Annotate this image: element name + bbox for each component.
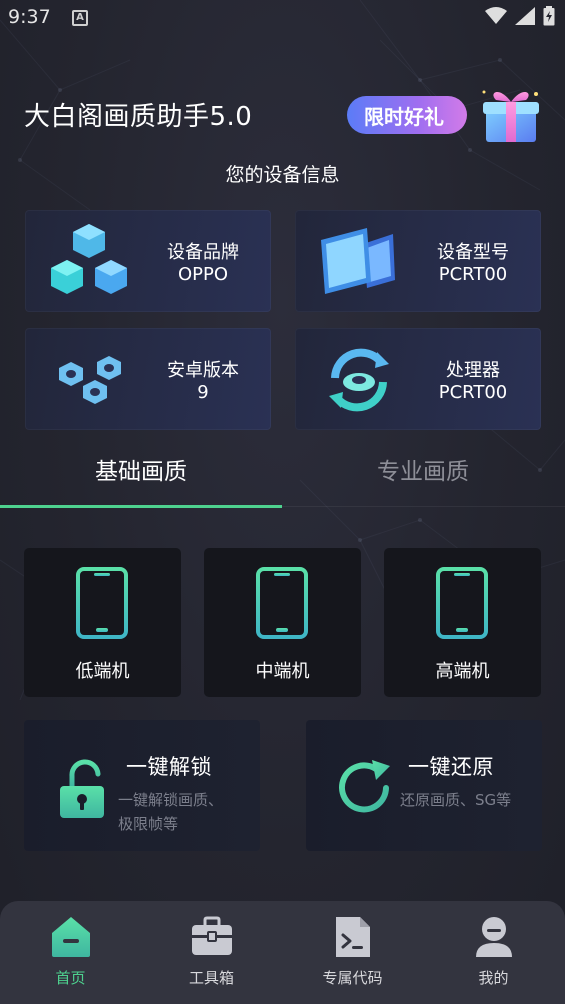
status-bar: 9:37 A: [0, 0, 565, 36]
one-click-restore-button[interactable]: 一键还原 还原画质、SG等: [306, 720, 542, 851]
unlock-description: 一键解锁画质、 极限帧等: [118, 788, 223, 836]
phone-icon: [76, 567, 128, 639]
signal-icon: [515, 7, 535, 25]
phone-icon: [256, 567, 308, 639]
tab-basic-quality[interactable]: 基础画质: [0, 452, 282, 486]
unlock-title: 一键解锁: [126, 755, 212, 779]
tab-pro-quality[interactable]: 专业画质: [282, 452, 564, 486]
restore-description: 还原画质、SG等: [400, 791, 512, 809]
cubes-icon: [51, 224, 127, 294]
limited-gift-label: 限时好礼: [364, 104, 444, 129]
brand-card: 设备品牌 OPPO: [25, 210, 271, 312]
phone-icon: [436, 567, 488, 639]
nav-toolbox[interactable]: 工具箱: [141, 901, 282, 1004]
nav-profile[interactable]: 我的: [423, 901, 564, 1004]
unlock-desc-line-1: 一键解锁画质、: [118, 791, 224, 809]
device-info-title: 您的设备信息: [225, 164, 340, 186]
processor-label: 处理器: [446, 360, 500, 381]
tier-high-end-label: 高端机: [435, 661, 490, 682]
nav-exclusive-code[interactable]: 专属代码: [282, 901, 423, 1004]
tier-low-end-label: 低端机: [75, 661, 130, 682]
hex-nuts-icon: [59, 356, 121, 404]
bottom-navigation: 首页 工具箱 专属代码 我的: [0, 901, 565, 1004]
processor-value: PCRT00: [438, 382, 508, 403]
status-icons: [485, 6, 555, 26]
background-network-pattern: [0, 0, 565, 701]
tier-mid-range-label: 中端机: [255, 661, 310, 682]
tier-low-end-button[interactable]: 低端机: [24, 548, 181, 697]
restore-title: 一键还原: [408, 755, 494, 779]
wifi-icon: [485, 7, 507, 24]
brand-label: 设备品牌: [167, 242, 239, 263]
tier-mid-range-button[interactable]: 中端机: [204, 548, 361, 697]
unlock-icon: [60, 759, 104, 818]
tab-divider: [282, 506, 565, 507]
model-value: PCRT00: [438, 264, 508, 285]
brand-value: OPPO: [177, 264, 229, 285]
tab-indicator: [0, 505, 282, 508]
nav-exclusive-code-label: 专属代码: [322, 969, 383, 987]
gift-box-icon[interactable]: [478, 84, 544, 144]
nav-toolbox-label: 工具箱: [188, 969, 234, 987]
battery-icon: [543, 6, 555, 26]
nav-home-label: 首页: [55, 969, 86, 987]
processor-icon: [329, 348, 389, 412]
nav-home[interactable]: 首页: [0, 901, 141, 1004]
profile-icon: [476, 917, 512, 957]
devices-icon: [321, 228, 395, 294]
model-card: 设备型号 PCRT00: [295, 210, 541, 312]
processor-card: 处理器 PCRT00: [295, 328, 541, 430]
home-icon: [52, 917, 90, 957]
one-click-unlock-button[interactable]: 一键解锁 一键解锁画质、 极限帧等: [24, 720, 260, 851]
nav-profile-label: 我的: [478, 969, 509, 987]
unlock-desc-line-2: 极限帧等: [118, 815, 179, 833]
limited-gift-button[interactable]: 限时好礼: [347, 96, 467, 134]
toolbox-icon: [192, 916, 232, 955]
status-time: 9:37: [8, 6, 51, 28]
tier-high-end-button[interactable]: 高端机: [384, 548, 541, 697]
android-version-card: 安卓版本 9: [25, 328, 271, 430]
model-label: 设备型号: [437, 242, 509, 263]
code-file-icon: [336, 917, 370, 957]
android-version-label: 安卓版本: [167, 360, 239, 381]
restore-icon: [339, 760, 390, 813]
notification-a-icon: A: [72, 10, 88, 26]
app-title: 大白阁画质助手5.0: [24, 102, 253, 132]
android-version-value: 9: [197, 382, 209, 403]
